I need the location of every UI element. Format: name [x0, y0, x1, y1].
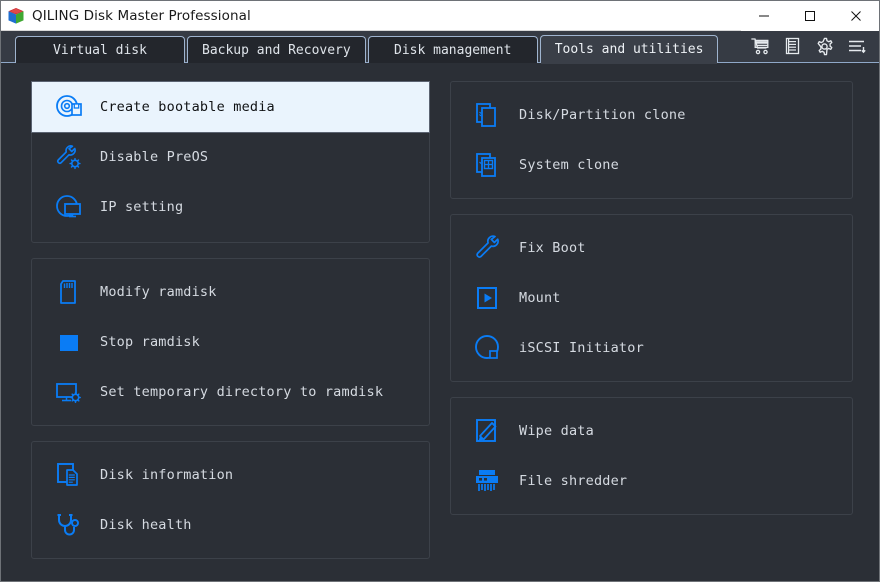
menu-item-disk-information[interactable]: Disk information: [32, 450, 429, 500]
cart-icon[interactable]: [745, 33, 775, 59]
mount-play-icon: [471, 281, 505, 315]
wrench-gear-icon: [52, 140, 86, 174]
maximize-button[interactable]: [787, 0, 833, 31]
content-area: Create bootable media Disable PreOS IP s…: [1, 63, 879, 581]
tab-backup-and-recovery[interactable]: Backup and Recovery: [187, 36, 366, 63]
title-bar: QILING Disk Master Professional: [1, 0, 879, 31]
left-column: Create bootable media Disable PreOS IP s…: [31, 81, 430, 559]
menu-item-label: File shredder: [519, 473, 628, 489]
tab-label: Virtual disk: [53, 42, 147, 58]
tab-label: Tools and utilities: [554, 42, 704, 57]
memory-card-icon: [52, 275, 86, 309]
menu-item-label: Create bootable media: [100, 99, 275, 115]
menu-item-label: Disk health: [100, 517, 192, 533]
menu-item-label: Mount: [519, 290, 561, 306]
menu-item-ip-setting[interactable]: IP setting: [32, 182, 429, 232]
clone-pages-icon: [471, 98, 505, 132]
menu-item-mount[interactable]: Mount: [451, 273, 852, 323]
menu-item-disk-partition-clone[interactable]: Disk/Partition clone: [451, 90, 852, 140]
log-icon[interactable]: [777, 33, 807, 59]
stop-square-icon: [52, 325, 86, 359]
system-clone-icon: [471, 148, 505, 182]
tab-label: Disk management: [394, 42, 512, 58]
menu-item-label: Stop ramdisk: [100, 334, 200, 350]
menu-item-label: Disable PreOS: [100, 149, 209, 165]
close-button[interactable]: [833, 0, 879, 31]
gear-icon[interactable]: [809, 33, 839, 59]
boot-media-panel: Create bootable media Disable PreOS IP s…: [31, 81, 430, 243]
menu-item-label: Modify ramdisk: [100, 284, 217, 300]
minimize-button[interactable]: [741, 0, 787, 31]
menu-item-label: iSCSI Initiator: [519, 340, 644, 356]
menu-item-iscsi-initiator[interactable]: iSCSI Initiator: [451, 323, 852, 373]
window-controls: [741, 0, 879, 31]
menu-item-label: Disk/Partition clone: [519, 107, 686, 123]
ramdisk-panel: Modify ramdisk Stop ramdisk Set temporar…: [31, 258, 430, 426]
tab-tools-and-utilities[interactable]: Tools and utilities: [539, 35, 719, 64]
disc-media-icon: [52, 90, 86, 124]
clone-panel: Disk/Partition clone System clone: [450, 81, 853, 199]
boot-tools-panel: Fix Boot Mount iSCSI Initiator: [450, 214, 853, 382]
menu-item-modify-ramdisk[interactable]: Modify ramdisk: [32, 267, 429, 317]
wrench-icon: [471, 231, 505, 265]
menu-item-label: Disk information: [100, 467, 234, 483]
menu-item-set-temp-dir-ramdisk[interactable]: Set temporary directory to ramdisk: [32, 367, 429, 417]
menu-item-fix-boot[interactable]: Fix Boot: [451, 223, 852, 273]
menu-icon[interactable]: [841, 33, 871, 59]
menu-item-wipe-data[interactable]: Wipe data: [451, 406, 852, 456]
monitor-gear-icon: [52, 375, 86, 409]
menu-item-disable-preos[interactable]: Disable PreOS: [32, 132, 429, 182]
menu-item-label: System clone: [519, 157, 619, 173]
menu-item-label: IP setting: [100, 199, 184, 215]
shredder-icon: [471, 464, 505, 498]
tab-virtual-disk[interactable]: Virtual disk: [15, 36, 185, 63]
window-title: QILING Disk Master Professional: [32, 7, 251, 24]
menu-item-system-clone[interactable]: System clone: [451, 140, 852, 190]
menu-item-label: Fix Boot: [519, 240, 586, 256]
stethoscope-icon: [52, 508, 86, 542]
network-monitor-icon: [52, 190, 86, 224]
menu-item-label: Set temporary directory to ramdisk: [100, 384, 384, 400]
tab-label: Backup and Recovery: [202, 42, 351, 58]
disk-document-icon: [52, 458, 86, 492]
wipe-panel: Wipe data File shredder: [450, 397, 853, 515]
right-column: Disk/Partition clone System clone Fix Bo…: [450, 81, 853, 515]
menu-item-label: Wipe data: [519, 423, 594, 439]
tab-bar: Virtual disk Backup and Recovery Disk ma…: [1, 31, 879, 64]
toolbar: [743, 31, 879, 63]
tab-disk-management[interactable]: Disk management: [367, 36, 538, 63]
app-window: QILING Disk Master Professional Virtual …: [0, 0, 880, 582]
iscsi-circle-icon: [471, 331, 505, 365]
menu-item-stop-ramdisk[interactable]: Stop ramdisk: [32, 317, 429, 367]
menu-item-file-shredder[interactable]: File shredder: [451, 456, 852, 506]
menu-item-create-bootable-media[interactable]: Create bootable media: [31, 81, 430, 133]
wipe-pencil-icon: [471, 414, 505, 448]
disk-info-panel: Disk information Disk health: [31, 441, 430, 559]
menu-item-disk-health[interactable]: Disk health: [32, 500, 429, 550]
cube-logo-icon: [7, 7, 25, 25]
